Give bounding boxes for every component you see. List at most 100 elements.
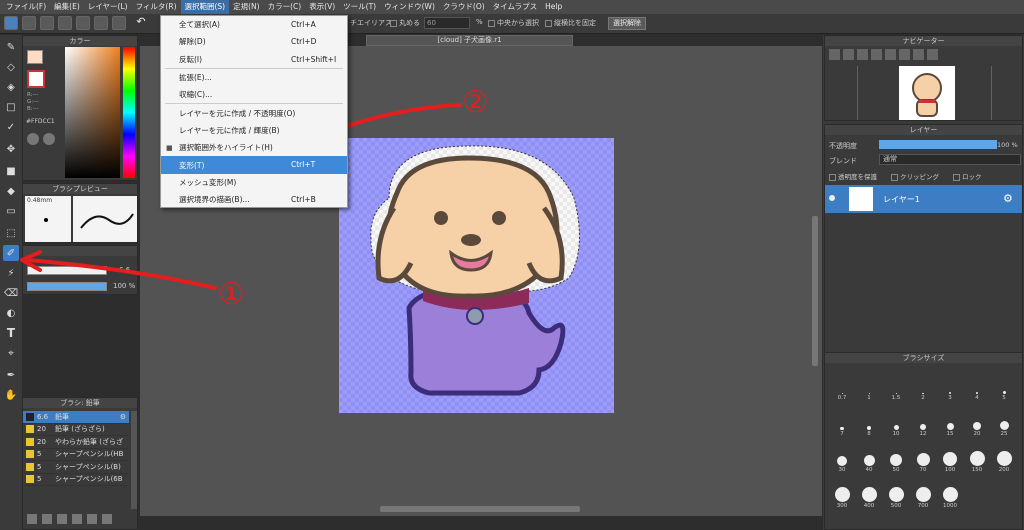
menu-cloud[interactable]: クラウド(O) xyxy=(439,0,489,14)
grid-icon[interactable] xyxy=(94,16,108,30)
brush-size-option[interactable]: 150 xyxy=(964,439,990,473)
background-swatch[interactable] xyxy=(27,70,45,88)
brush-item[interactable]: 5 シャープペンシル(6B xyxy=(23,474,129,486)
menu-selection[interactable]: 選択範囲(S) xyxy=(180,0,230,14)
menu-highlight-outside[interactable]: ■ 選択範囲外をハイライト(H) xyxy=(161,139,347,156)
brush-size-option[interactable]: 70 xyxy=(910,439,936,473)
brush-size-option[interactable]: 15 xyxy=(937,403,963,437)
brush-size-option[interactable]: 2 xyxy=(910,367,936,401)
move-tool-icon[interactable]: ✥ xyxy=(3,141,19,157)
menu-file[interactable]: ファイル(F) xyxy=(2,0,50,14)
color-saturation-area[interactable] xyxy=(65,47,120,178)
document-tab[interactable]: [cloud] 子犬画像.r1 xyxy=(366,35,573,46)
brush-size-option[interactable]: 700 xyxy=(910,475,936,509)
round-checkbox[interactable]: 丸める xyxy=(390,18,420,28)
brush-list-scrollbar[interactable] xyxy=(131,411,137,509)
center-select-checkbox[interactable]: 中央から選択 xyxy=(488,18,539,28)
brush-item[interactable]: 6.6 鉛筆 ⚙ xyxy=(23,411,129,424)
copy-brush-icon[interactable] xyxy=(72,514,82,524)
fill-tool-icon[interactable]: ◆ xyxy=(3,183,19,199)
color-wheel-icon[interactable] xyxy=(43,133,55,145)
brush-size-option[interactable]: 8 xyxy=(856,403,882,437)
rect-select-icon[interactable]: □ xyxy=(3,99,19,115)
brush-size-option[interactable]: 25 xyxy=(991,403,1017,437)
palette-icon[interactable] xyxy=(27,133,39,145)
lock-checkbox[interactable]: ロック xyxy=(953,171,982,181)
vertical-scrollbar[interactable] xyxy=(812,216,818,366)
brush-size-option[interactable]: 100 xyxy=(937,439,963,473)
menu-create-from-opacity[interactable]: レイヤーを元に作成 / 不透明度(O) xyxy=(161,104,347,121)
zoom-out-icon[interactable] xyxy=(843,49,854,60)
frame-tool-icon[interactable]: ⌖ xyxy=(3,345,19,361)
brush-item[interactable]: 5 シャープペンシル(B) xyxy=(23,461,129,474)
menu-draw-border[interactable]: 選択境界の描画(B)... Ctrl+B xyxy=(161,191,347,208)
zoom-fit-icon[interactable] xyxy=(857,49,868,60)
menu-filter[interactable]: フィルタ(R) xyxy=(132,0,181,14)
menu-invert[interactable]: 反転(I) Ctrl+Shift+I xyxy=(161,51,347,68)
brush-opacity-slider[interactable] xyxy=(27,282,107,291)
brush-size-option[interactable]: 1 xyxy=(856,367,882,401)
brush-size-option[interactable]: 7 xyxy=(829,403,855,437)
brush-menu-icon[interactable] xyxy=(57,514,67,524)
flip-icon[interactable] xyxy=(913,49,924,60)
brush-size-option[interactable]: 30 xyxy=(829,439,855,473)
add-brush-icon[interactable] xyxy=(27,514,37,524)
brush-size-option[interactable]: 5 xyxy=(991,367,1017,401)
navigator-thumbnail[interactable] xyxy=(899,66,955,120)
brush-item[interactable]: 20 鉛筆 (ざらざら) xyxy=(23,424,129,436)
selection-pen-icon[interactable]: ✐ xyxy=(3,245,19,261)
foreground-swatch[interactable] xyxy=(27,50,43,64)
brush-size-option[interactable]: 4 xyxy=(964,367,990,401)
brush-size-option[interactable]: 1000 xyxy=(937,475,963,509)
menu-create-from-luminance[interactable]: レイヤーを元に作成 / 輝度(B) xyxy=(161,122,347,139)
brush-size-option[interactable]: 10 xyxy=(883,403,909,437)
hue-slider[interactable] xyxy=(123,47,135,178)
protect-alpha-checkbox[interactable]: 透明度を保護 xyxy=(829,171,877,181)
shape-tool-icon[interactable]: ◐ xyxy=(3,305,19,321)
menu-ruler[interactable]: 定規(N) xyxy=(229,0,263,14)
zoom-in-icon[interactable] xyxy=(829,49,840,60)
brush-size-option[interactable]: 12 xyxy=(910,403,936,437)
blend-select[interactable]: 通常 xyxy=(879,154,1021,165)
menu-deselect[interactable]: 解除(D) Ctrl+D xyxy=(161,33,347,50)
brush-size-option[interactable]: 500 xyxy=(883,475,909,509)
menu-tool[interactable]: ツール(T) xyxy=(339,0,380,14)
menu-window[interactable]: ウィンドウ(W) xyxy=(380,0,439,14)
zoom-reset-icon[interactable] xyxy=(871,49,882,60)
panel-icon[interactable] xyxy=(76,16,90,30)
menu-color[interactable]: カラー(C) xyxy=(264,0,306,14)
brush-size-option[interactable]: 20 xyxy=(964,403,990,437)
magic-wand-icon[interactable]: ⚡ xyxy=(3,265,19,281)
new-brush-icon[interactable] xyxy=(42,514,52,524)
hand-tool-icon[interactable]: ✋ xyxy=(3,387,19,403)
brush-size-option[interactable]: 50 xyxy=(883,439,909,473)
horizontal-scrollbar[interactable] xyxy=(380,506,580,512)
menu-transform[interactable]: 変形(T) Ctrl+T xyxy=(161,156,347,174)
brush-size-option[interactable]: 400 xyxy=(856,475,882,509)
lasso-icon[interactable]: ✓ xyxy=(3,119,19,135)
eyedropper-icon[interactable]: ✒ xyxy=(3,367,19,383)
menu-expand[interactable]: 拡張(E)... xyxy=(161,69,347,86)
delete-brush-icon[interactable] xyxy=(102,514,112,524)
menu-view[interactable]: 表示(V) xyxy=(305,0,339,14)
chat-icon[interactable] xyxy=(58,16,72,30)
eraser-tool-icon[interactable]: ◇ xyxy=(3,59,19,75)
brush-size-option[interactable]: 300 xyxy=(829,475,855,509)
menu-timelapse[interactable]: タイムラプス xyxy=(489,0,541,14)
brush-size-option[interactable]: 1.5 xyxy=(883,367,909,401)
cloud-icon[interactable] xyxy=(4,16,18,30)
select-eraser-icon[interactable]: ⌫ xyxy=(3,285,19,301)
reset-view-icon[interactable] xyxy=(927,49,938,60)
brush-tool-icon[interactable]: ✎ xyxy=(3,39,19,55)
visibility-icon[interactable] xyxy=(829,195,835,201)
brush-item[interactable]: 5 シャープペンシル(HB xyxy=(23,449,129,461)
select-tool-icon[interactable]: ⬚ xyxy=(3,225,19,241)
rect-tool-icon[interactable]: ■ xyxy=(3,163,19,179)
menu-shrink[interactable]: 収縮(C)... xyxy=(161,86,347,103)
folder-icon[interactable] xyxy=(87,514,97,524)
layer-row[interactable]: レイヤー1 ⚙ xyxy=(825,185,1022,213)
magic-eraser-icon[interactable]: ◈ xyxy=(3,79,19,95)
menu-layer[interactable]: レイヤー(L) xyxy=(84,0,132,14)
brush-size-slider[interactable] xyxy=(27,266,107,275)
brush-item[interactable]: 20 やわらか鉛筆 (ざらざ xyxy=(23,436,129,449)
